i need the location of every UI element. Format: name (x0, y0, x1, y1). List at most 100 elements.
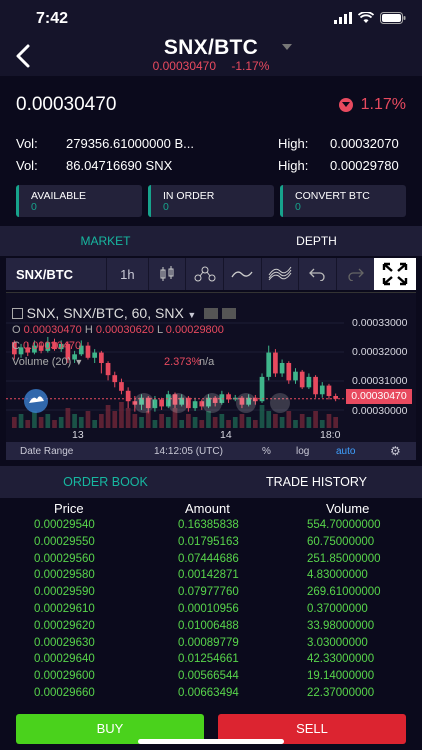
table-row[interactable]: 0.00029560 0.07444686 251.85000000 (0, 552, 422, 569)
stat-row: Vol: 279356.61000000 B... High: 0.000320… (0, 136, 422, 158)
close-label: C (12, 340, 20, 352)
volume-bar (186, 414, 191, 429)
convert-btc-box[interactable]: CONVERT BTC 0 (280, 185, 406, 217)
change-percent: 1.17% (360, 96, 406, 113)
open-label: O (12, 324, 21, 336)
gear-icon[interactable]: ⚙ (390, 444, 401, 458)
row-volume: 4.83000000 (307, 569, 368, 582)
table-row[interactable]: 0.00029610 0.00010956 0.37000000 (0, 602, 422, 619)
candle-body (199, 401, 205, 407)
header-price: 0.00030470 (152, 59, 217, 73)
chevron-down-icon[interactable]: ▼ (74, 357, 83, 367)
eye-icon[interactable] (203, 308, 218, 319)
auto-toggle[interactable]: auto (336, 446, 355, 457)
amount-header: Amount (185, 501, 230, 516)
order-book-list[interactable]: 0.00029540 0.16385838 554.70000000 0.000295… (0, 518, 422, 703)
close-value: 0.00030470 (23, 340, 82, 352)
fullscreen-icon[interactable] (374, 258, 416, 290)
redo-icon[interactable] (337, 258, 375, 290)
indicators-icon[interactable] (186, 258, 224, 290)
view-tabs: MARKET DEPTH (0, 226, 422, 256)
candle-body (279, 363, 285, 374)
candle-body (326, 385, 332, 396)
volume-bar (159, 414, 164, 429)
volume-bar (72, 414, 77, 429)
chevron-down-icon[interactable] (282, 44, 292, 50)
available-box: AVAILABLE 0 (16, 185, 142, 217)
volume-bar (206, 411, 211, 429)
table-row[interactable]: 0.00029620 0.01006488 33.98000000 (0, 619, 422, 636)
volume-bar (99, 414, 104, 429)
row-price: 0.00029580 (34, 569, 95, 582)
settings-icon[interactable] (221, 308, 236, 319)
table-row[interactable]: 0.00029550 0.01795163 60.75000000 (0, 535, 422, 552)
pair-title[interactable]: SNX/BTC (0, 36, 422, 60)
chevron-down-icon[interactable]: ▼ (187, 310, 196, 320)
candles-icon[interactable] (149, 258, 187, 290)
last-price: 0.00030470 (16, 94, 117, 115)
area-chart-icon[interactable] (262, 258, 300, 290)
table-row[interactable]: 0.00029590 0.07977760 269.61000000 (0, 585, 422, 602)
undo-icon[interactable] (299, 258, 337, 290)
high-label: H (84, 324, 93, 336)
candle-body (112, 375, 118, 383)
convert-btc-label: CONVERT BTC (295, 190, 370, 202)
candle-body (313, 376, 318, 395)
candle-body (192, 401, 198, 409)
table-row[interactable]: 0.00029580 0.00142871 4.83000000 (0, 568, 422, 585)
table-row[interactable]: 0.00029660 0.00663494 22.37000000 (0, 686, 422, 703)
utc-clock[interactable]: 14:12:05 (UTC) (154, 446, 223, 457)
candle-body (293, 371, 298, 381)
home-indicator (138, 739, 284, 744)
row-volume: 269.61000000 (307, 586, 381, 599)
volume-legend[interactable]: Volume (20) ▼ (12, 356, 83, 368)
date-range-button[interactable]: Date Range (20, 446, 73, 457)
close-value-line: C 0.00030470 (12, 340, 81, 352)
legend-toggle-icon[interactable] (12, 308, 23, 319)
table-row[interactable]: 0.00029640 0.01254661 42.33000000 (0, 652, 422, 669)
candle-body (132, 401, 138, 405)
candle-body (105, 363, 111, 376)
volume-bar (45, 414, 51, 429)
row-volume: 251.85000000 (307, 552, 381, 565)
table-row[interactable]: 0.00029630 0.00089779 3.03000000 (0, 636, 422, 653)
row-price: 0.00029660 (34, 686, 95, 699)
candle-body (319, 385, 325, 395)
available-value: 0 (31, 201, 37, 213)
volume-bar (172, 408, 178, 429)
pair-subtitle: 0.00030470 -1.17% (0, 59, 422, 73)
percent-toggle[interactable]: % (262, 446, 271, 457)
tab-trade-history[interactable]: TRADE HISTORY (211, 466, 422, 498)
vol-value: 86.04716690 SNX (66, 158, 173, 173)
table-row[interactable]: 0.00029540 0.16385838 554.70000000 (0, 518, 422, 535)
high-label: High: (278, 158, 309, 173)
high-value: 0.00029780 (330, 158, 399, 173)
x-tick-label: 14 (220, 429, 232, 441)
tab-market[interactable]: MARKET (0, 226, 211, 256)
row-volume: 42.33000000 (307, 653, 375, 666)
volume-bar (65, 408, 71, 429)
chart-toolbar: SNX/BTC 1h (6, 258, 416, 290)
time-axis[interactable]: 13 14 18:0 (6, 428, 416, 442)
price-chart[interactable]: SNX, SNX/BTC, 60, SNX ▼ O 0.00030470 H 0… (6, 292, 416, 440)
trade-actions: BUY SELL (0, 712, 422, 750)
row-volume: 19.14000000 (307, 670, 375, 683)
row-amount: 0.00663494 (178, 686, 239, 699)
symbol-selector[interactable]: SNX/BTC (6, 258, 108, 290)
y-tick-label: 0.00030000 (352, 405, 408, 417)
x-tick-label: 13 (72, 429, 84, 441)
candle-body (119, 382, 124, 391)
volume-bar (286, 411, 292, 429)
table-row[interactable]: 0.00029600 0.00566544 19.14000000 (0, 669, 422, 686)
candle-body (85, 345, 91, 358)
interval-selector[interactable]: 1h (107, 258, 149, 290)
tab-order-book[interactable]: ORDER BOOK (0, 466, 211, 498)
price-axis[interactable]: 0.00033000 0.00032000 0.00031000 0.00030… (344, 293, 416, 441)
line-chart-icon[interactable] (224, 258, 262, 290)
wifi-icon (358, 12, 374, 23)
vol-label: Vol: (16, 158, 38, 173)
log-toggle[interactable]: log (296, 446, 309, 457)
tab-depth[interactable]: DEPTH (211, 226, 422, 256)
vol-value: 279356.61000000 B... (66, 136, 194, 151)
volume-bar (145, 411, 151, 429)
